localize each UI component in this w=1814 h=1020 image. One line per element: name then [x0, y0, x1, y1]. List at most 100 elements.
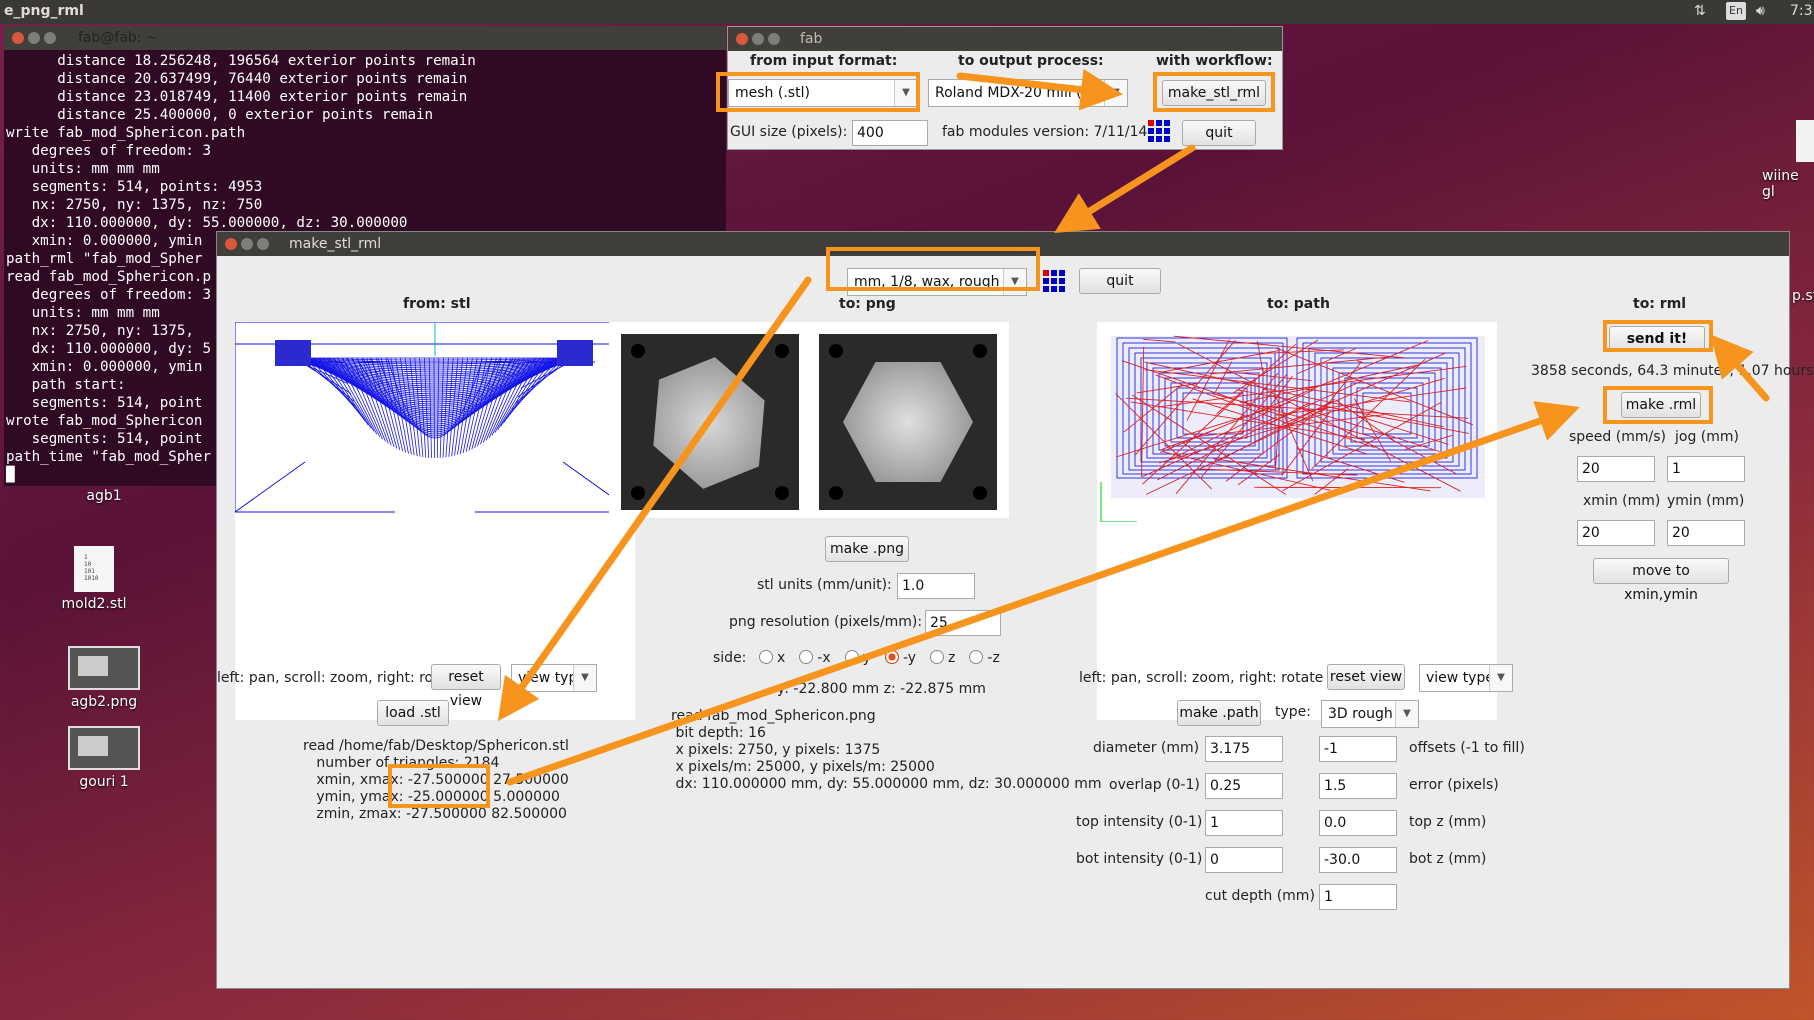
desktop-icon-mold2[interactable]: 1 10 101 1010 mold2.stl: [34, 546, 154, 612]
side-radio--x[interactable]: -x: [799, 650, 831, 666]
close-icon[interactable]: [12, 32, 24, 44]
stl-units-input[interactable]: 1.0: [897, 573, 975, 599]
ymin-label: ymin (mm): [1667, 493, 1745, 509]
terminal-line: units: mm mm mm: [6, 161, 160, 177]
make-png-button[interactable]: make .png: [825, 536, 909, 562]
to-output-process-label: to output process:: [958, 53, 1104, 69]
ymin-input[interactable]: 20: [1667, 520, 1745, 546]
side-radio--y[interactable]: -y: [884, 650, 916, 666]
stl-view-hint: left: pan, scroll: zoom, right: rotate: [217, 670, 462, 686]
side-radio-z[interactable]: z: [930, 650, 955, 666]
chevron-down-icon: ▼: [1104, 80, 1127, 106]
xmin-input[interactable]: 20: [1577, 520, 1655, 546]
load-stl-button[interactable]: load .stl: [377, 700, 449, 726]
jog-input[interactable]: 1: [1667, 456, 1745, 482]
stl-view[interactable]: [234, 321, 635, 720]
minimize-icon[interactable]: [241, 238, 253, 250]
volume-icon[interactable]: 🔊︎: [1756, 3, 1765, 19]
gui-size-input[interactable]: 400: [852, 120, 928, 146]
output-process-select[interactable]: Roland MDX-20 mill (.rml) ▼: [928, 79, 1128, 107]
maximize-icon[interactable]: [768, 33, 780, 45]
stl-reset-view-button[interactable]: reset view: [431, 664, 501, 709]
side-radio--z[interactable]: -z: [969, 650, 1000, 666]
from-stl-heading: from: stl: [403, 296, 471, 312]
keyboard-language-indicator[interactable]: En: [1726, 2, 1746, 20]
make-path-button[interactable]: make .path: [1177, 700, 1261, 726]
desktop-icon-agb2[interactable]: agb2.png: [44, 646, 164, 710]
diameter-input[interactable]: 3.175: [1205, 736, 1283, 762]
offsets-label: offsets (-1 to fill): [1409, 740, 1525, 756]
desktop-icon-agb1[interactable]: agb1: [44, 488, 164, 504]
chevron-down-icon: ▼: [573, 665, 596, 691]
maximize-icon[interactable]: [44, 32, 56, 44]
version-label: fab modules version: 7/11/14: [942, 124, 1148, 140]
png-info: read fab_mod_Sphericon.png bit depth: 16…: [671, 708, 1102, 792]
cut-depth-input[interactable]: 1: [1319, 884, 1397, 910]
main-quit-button[interactable]: quit: [1079, 268, 1161, 294]
highlight-make-rml: [1603, 386, 1713, 424]
desktop-icon-label-right[interactable]: wiine gl: [1762, 168, 1814, 200]
terminal-line: write fab_mod_Sphericon.path: [6, 125, 246, 141]
bot-z-input[interactable]: -30.0: [1319, 847, 1397, 873]
stl-units-label: stl units (mm/unit):: [757, 577, 892, 593]
path-type-select[interactable]: 3D rough ▼: [1321, 700, 1419, 728]
error-input[interactable]: 1.5: [1319, 773, 1397, 799]
fab-titlebar: fab: [728, 27, 1282, 51]
speed-input[interactable]: 20: [1577, 456, 1655, 482]
desktop-icon-label: gouri 1: [79, 774, 129, 790]
highlight-input-format: [716, 72, 920, 112]
close-icon[interactable]: [225, 238, 237, 250]
quit-button[interactable]: quit: [1182, 120, 1256, 146]
desktop-icon-label-right-2[interactable]: p.st: [1792, 288, 1814, 304]
terminal-line: nx: 2750, ny: 1375, nz: 750: [6, 197, 263, 213]
toolpath-render[interactable]: [1097, 322, 1497, 523]
side-radio-y[interactable]: y: [844, 650, 871, 666]
jog-label: jog (mm): [1675, 429, 1739, 445]
stl-view-type-select[interactable]: view type ▼: [511, 664, 597, 692]
close-icon[interactable]: [736, 33, 748, 45]
minimize-icon[interactable]: [752, 33, 764, 45]
terminal-titlebar: fab@fab: ~: [4, 26, 726, 50]
path-view[interactable]: [1097, 322, 1497, 720]
side-label: side:: [713, 650, 747, 666]
stl-mesh-render[interactable]: [234, 321, 635, 720]
top-intensity-input[interactable]: 1: [1205, 810, 1283, 836]
side-radio-label: -z: [987, 650, 1000, 666]
path-view-type-select[interactable]: view type ▼: [1419, 664, 1513, 692]
make-stl-rml-window: make_stl_rml mm, 1/8, wax, rough ▼ quit f…: [216, 231, 1813, 989]
top-z-input[interactable]: 0.0: [1319, 810, 1397, 836]
terminal-line: distance 23.018749, 11400 exterior point…: [6, 89, 468, 105]
radio-icon: [759, 650, 773, 664]
maximize-icon[interactable]: [257, 238, 269, 250]
side-radio-group: x -x y -y z -z: [759, 650, 1014, 666]
active-app-title: e_png_rml: [4, 3, 84, 19]
terminal-line: segments: 514, points: 4953: [6, 179, 263, 195]
fab-title: fab: [800, 31, 823, 47]
main-window-title: make_stl_rml: [289, 236, 382, 252]
png-image-1: [621, 334, 799, 510]
rml-time-estimate: 3858 seconds, 64.3 minutes, 1.07 hours: [1531, 363, 1814, 379]
side-radio-label: -x: [817, 650, 831, 666]
file-icon: 1 10 101 1010: [74, 546, 114, 592]
png-resolution-label: png resolution (pixels/mm):: [729, 614, 923, 630]
overlap-input[interactable]: 0.25: [1205, 773, 1283, 799]
desktop-icon-gouri[interactable]: gouri 1: [44, 726, 164, 790]
offsets-input[interactable]: -1: [1319, 736, 1397, 762]
png-resolution-input[interactable]: 25: [925, 610, 1001, 636]
minimize-icon[interactable]: [28, 32, 40, 44]
network-icon[interactable]: ⇅: [1694, 3, 1706, 19]
from-input-format-label: from input format:: [750, 53, 898, 69]
side-radio-x[interactable]: x: [759, 650, 785, 666]
path-reset-view-button[interactable]: reset view: [1327, 664, 1405, 690]
bot-intensity-input[interactable]: 0: [1205, 847, 1283, 873]
terminal-line: degrees of freedom: 3: [6, 143, 211, 159]
clock[interactable]: 7:3: [1790, 3, 1813, 19]
to-path-heading: to: path: [1267, 296, 1330, 312]
terminal-title: fab@fab: ~: [78, 30, 158, 46]
highlight-preset: [826, 247, 1040, 291]
file-icon[interactable]: [1796, 120, 1814, 162]
top-panel: e_png_rml ⇅ En 🔊︎ 7:3: [0, 0, 1814, 24]
move-to-xmin-ymin-button[interactable]: move to xmin,ymin: [1593, 558, 1729, 603]
top-intensity-label: top intensity (0-1): [1076, 814, 1203, 830]
terminal-line: distance 25.400000, 0 exterior points re…: [6, 107, 434, 123]
